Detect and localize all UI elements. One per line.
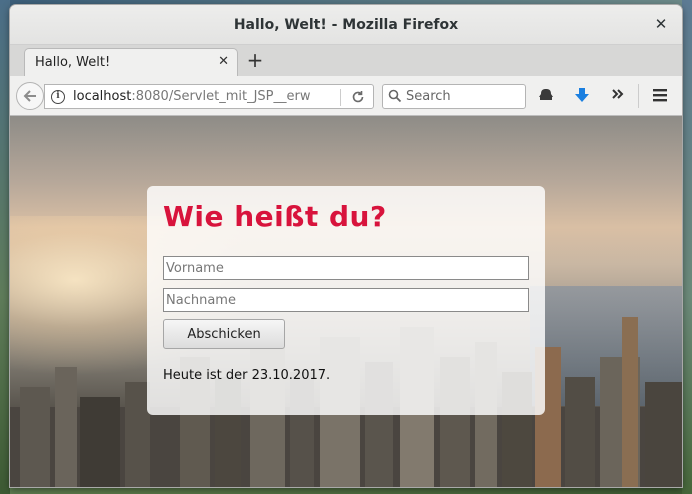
tab-bar: Hallo, Welt! ✕ +: [10, 45, 682, 76]
overflow-chevrons-icon[interactable]: [608, 86, 628, 106]
desktop-background-left: [0, 0, 10, 494]
search-bar[interactable]: [382, 84, 526, 109]
window-titlebar: Hallo, Welt! - Mozilla Firefox ✕: [10, 5, 682, 45]
window-title: Hallo, Welt! - Mozilla Firefox: [233, 17, 459, 33]
window-close-icon[interactable]: ✕: [652, 15, 670, 33]
toolbar-separator: [638, 84, 639, 108]
search-input[interactable]: [406, 87, 521, 106]
submit-button[interactable]: Abschicken: [163, 319, 285, 349]
first-name-input[interactable]: [163, 256, 529, 280]
url-text[interactable]: localhost:8080/Servlet_mit_JSP__erw: [73, 89, 335, 104]
url-host: localhost: [73, 89, 132, 104]
last-name-input[interactable]: [163, 288, 529, 312]
url-bar[interactable]: i localhost:8080/Servlet_mit_JSP__erw: [44, 84, 374, 109]
desktop-background-right: [682, 0, 692, 494]
hamburger-menu-icon[interactable]: [650, 86, 670, 106]
browser-window: Hallo, Welt! - Mozilla Firefox ✕ Hallo, …: [10, 5, 682, 487]
navigation-toolbar: i localhost:8080/Servlet_mit_JSP__erw: [10, 76, 682, 116]
info-icon[interactable]: i: [51, 90, 65, 104]
tab-hallo-welt[interactable]: Hallo, Welt! ✕: [24, 48, 238, 76]
download-icon[interactable]: [572, 86, 592, 106]
new-tab-button[interactable]: +: [244, 48, 266, 72]
tab-close-icon[interactable]: ✕: [218, 54, 229, 69]
tab-label: Hallo, Welt!: [35, 55, 111, 70]
search-icon: [388, 89, 402, 103]
url-path: :8080/Servlet_mit_JSP__erw: [131, 89, 311, 104]
form-card: Wie heißt du? Abschicken Heute ist der 2…: [147, 186, 545, 415]
account-icon[interactable]: [536, 86, 556, 106]
url-separator: [340, 89, 341, 106]
page-heading: Wie heißt du?: [163, 200, 387, 233]
back-arrow-icon[interactable]: [16, 82, 44, 110]
date-text: Heute ist der 23.10.2017.: [163, 368, 331, 383]
page-viewport: Wie heißt du? Abschicken Heute ist der 2…: [10, 116, 682, 487]
reload-icon[interactable]: [351, 88, 365, 108]
